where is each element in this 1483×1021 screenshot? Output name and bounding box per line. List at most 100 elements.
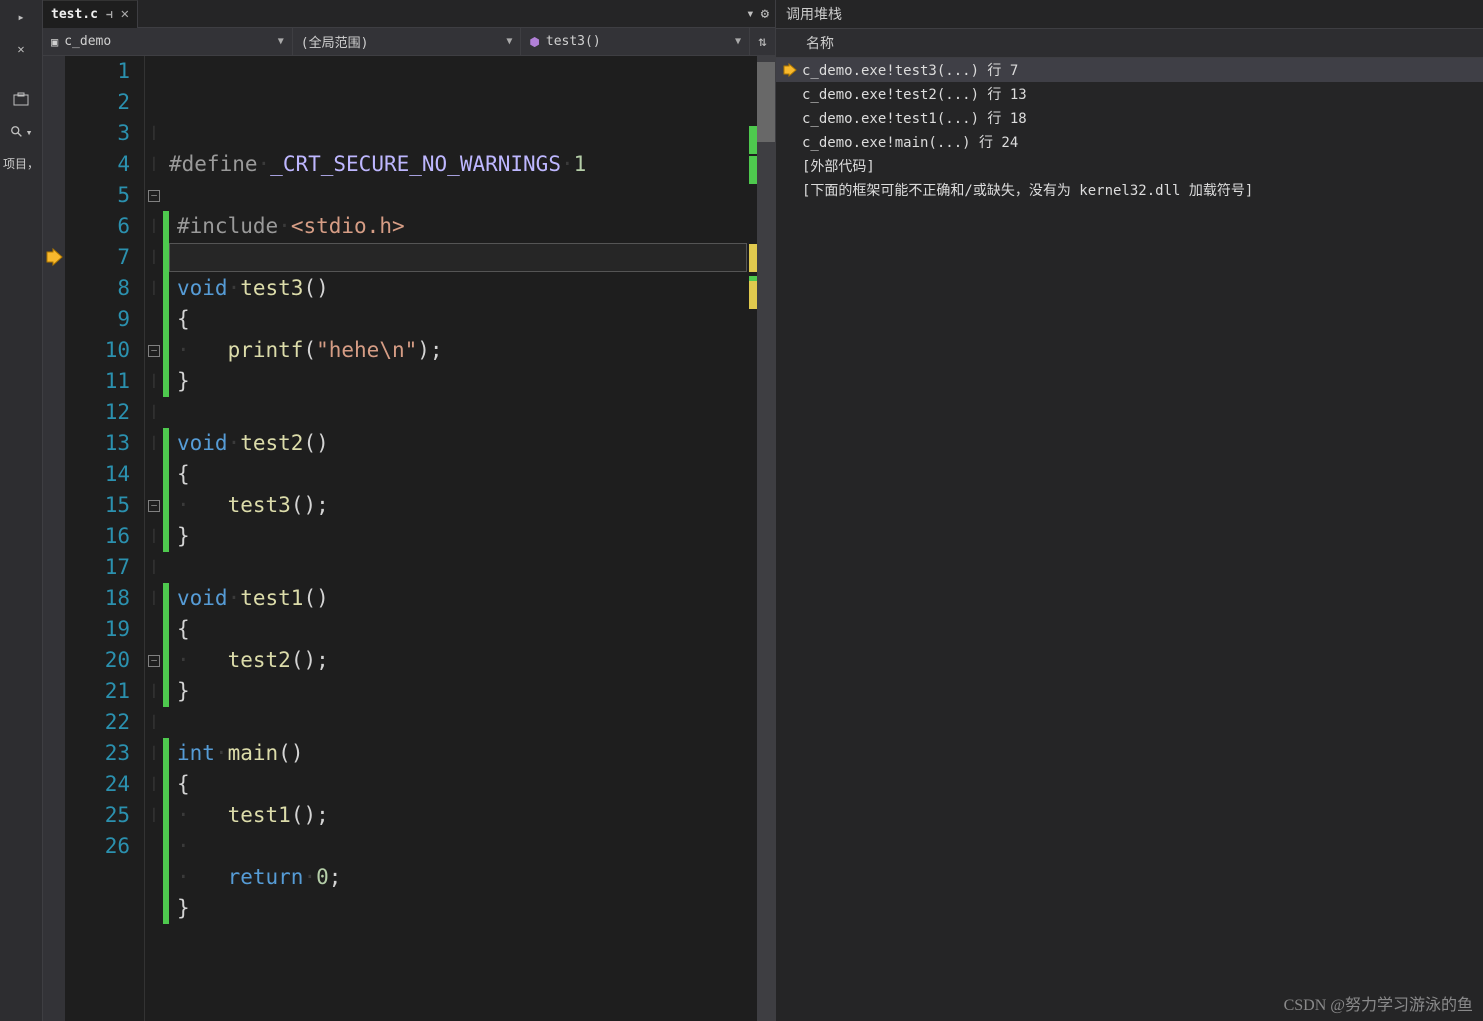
bp-cell[interactable] <box>43 335 65 366</box>
stack-frame[interactable]: [下面的框架可能不正确和/或缺失，没有为 kernel32.dll 加载符号] <box>776 178 1483 202</box>
tab-settings-icon[interactable]: ⚙ <box>761 6 769 22</box>
code-line[interactable]: · return·0; <box>163 862 757 893</box>
fold-cell[interactable]: − <box>145 490 163 521</box>
fold-cell: │ <box>145 149 163 180</box>
code-line[interactable]: { <box>163 459 757 490</box>
toolbox-icon[interactable] <box>0 88 42 113</box>
bp-cell[interactable] <box>43 180 65 211</box>
code-line[interactable]: } <box>163 366 757 397</box>
bp-cell[interactable] <box>43 428 65 459</box>
line-number: 2 <box>65 87 130 118</box>
fold-cell[interactable]: − <box>145 180 163 211</box>
code-line[interactable]: } <box>163 521 757 552</box>
project-combo[interactable]: ▣ c_demo ▼ <box>43 28 293 55</box>
bp-cell[interactable] <box>43 769 65 800</box>
bp-cell[interactable] <box>43 242 65 273</box>
code-line[interactable]: int·main() <box>163 738 757 769</box>
bp-cell[interactable] <box>43 273 65 304</box>
fold-cell: │ <box>145 707 163 738</box>
code-line[interactable] <box>163 242 757 273</box>
panel-title: 调用堆栈 <box>776 0 1483 29</box>
stack-frame[interactable]: c_demo.exe!test2(...) 行 13 <box>776 82 1483 106</box>
code-line[interactable]: · test3(); <box>163 490 757 521</box>
bp-cell[interactable] <box>43 676 65 707</box>
bp-cell[interactable] <box>43 397 65 428</box>
bp-cell[interactable] <box>43 707 65 738</box>
fold-cell: │ <box>145 769 163 800</box>
line-number: 5 <box>65 180 130 211</box>
search-row[interactable]: ▾ <box>0 123 42 141</box>
bp-cell[interactable] <box>43 118 65 149</box>
bp-cell[interactable] <box>43 490 65 521</box>
chevron-down-icon: ▼ <box>735 36 741 47</box>
line-number: 18 <box>65 583 130 614</box>
tab-close-icon[interactable]: ✕ <box>121 6 129 22</box>
bp-cell[interactable] <box>43 459 65 490</box>
close-icon[interactable]: ✕ <box>0 38 42 60</box>
frame-text: c_demo.exe!main(...) 行 24 <box>802 132 1018 152</box>
bp-cell[interactable] <box>43 87 65 118</box>
fold-gutter[interactable]: ││−│││−│││−│││−│││││ <box>145 56 163 1021</box>
code-line[interactable]: { <box>163 769 757 800</box>
bp-cell[interactable] <box>43 738 65 769</box>
stack-frame[interactable]: [外部代码] <box>776 154 1483 178</box>
fold-cell: │ <box>145 397 163 428</box>
breakpoint-gutter[interactable] <box>43 56 65 1021</box>
code-line[interactable]: void·test2() <box>163 428 757 459</box>
code-line[interactable]: void·test1() <box>163 583 757 614</box>
bp-cell[interactable] <box>43 552 65 583</box>
code-line[interactable] <box>163 707 757 738</box>
tab-overflow-icon[interactable]: ▾ <box>746 6 754 22</box>
bp-cell[interactable] <box>43 645 65 676</box>
code-line[interactable]: } <box>163 893 757 924</box>
line-number-gutter: 1234567891011121314151617181920212223242… <box>65 56 145 1021</box>
bp-cell[interactable] <box>43 56 65 87</box>
code-line[interactable] <box>163 924 757 955</box>
code-line[interactable]: · printf("hehe\n"); <box>163 335 757 366</box>
code-line[interactable] <box>163 552 757 583</box>
frame-text: c_demo.exe!test2(...) 行 13 <box>802 84 1027 104</box>
split-editor-icon[interactable]: ⇅ <box>749 28 775 55</box>
bp-cell[interactable] <box>43 366 65 397</box>
code-line[interactable]: } <box>163 676 757 707</box>
frame-text: [外部代码] <box>802 156 875 176</box>
fold-cell[interactable]: − <box>145 335 163 366</box>
code-line[interactable]: { <box>163 304 757 335</box>
vertical-scrollbar[interactable] <box>757 56 775 1021</box>
code-line[interactable] <box>163 180 757 211</box>
stack-frame[interactable]: c_demo.exe!test1(...) 行 18 <box>776 106 1483 130</box>
code-line[interactable]: #define·_CRT_SECURE_NO_WARNINGS·1 <box>163 149 757 180</box>
stack-frame[interactable]: c_demo.exe!main(...) 行 24 <box>776 130 1483 154</box>
code-line[interactable]: · <box>163 831 757 862</box>
stack-frame[interactable]: c_demo.exe!test3(...) 行 7 <box>776 58 1483 82</box>
fold-cell <box>145 56 163 87</box>
code-area[interactable]: 1234567891011121314151617181920212223242… <box>43 56 775 1021</box>
code-line[interactable]: · test1(); <box>163 800 757 831</box>
bp-cell[interactable] <box>43 149 65 180</box>
line-number: 13 <box>65 428 130 459</box>
pin-icon[interactable]: ▸ <box>0 6 42 28</box>
code-line[interactable] <box>163 397 757 428</box>
line-number: 17 <box>65 552 130 583</box>
bp-cell[interactable] <box>43 211 65 242</box>
frame-text: c_demo.exe!test3(...) 行 7 <box>802 60 1018 80</box>
bp-cell[interactable] <box>43 521 65 552</box>
callstack-header[interactable]: 名称 <box>776 29 1483 58</box>
code-line[interactable]: #include·<stdio.h> <box>163 211 757 242</box>
scope-combo[interactable]: (全局范围) ▼ <box>293 28 522 55</box>
bp-cell[interactable] <box>43 614 65 645</box>
code-line[interactable]: { <box>163 614 757 645</box>
fold-cell: │ <box>145 800 163 831</box>
scope-combo-label: (全局范围) <box>301 32 369 51</box>
bp-cell[interactable] <box>43 304 65 335</box>
tab-pin-icon[interactable]: ⊣ <box>106 8 113 21</box>
member-combo[interactable]: ⬢ test3() ▼ <box>521 28 749 55</box>
bp-cell[interactable] <box>43 583 65 614</box>
code-line[interactable]: · test2(); <box>163 645 757 676</box>
code-line[interactable]: void·test3() <box>163 273 757 304</box>
tab-testc[interactable]: test.c ⊣ ✕ <box>43 0 138 28</box>
fold-cell[interactable]: − <box>145 645 163 676</box>
code-text[interactable]: #define·_CRT_SECURE_NO_WARNINGS·1 #inclu… <box>163 56 757 1021</box>
bp-cell[interactable] <box>43 831 65 862</box>
bp-cell[interactable] <box>43 800 65 831</box>
